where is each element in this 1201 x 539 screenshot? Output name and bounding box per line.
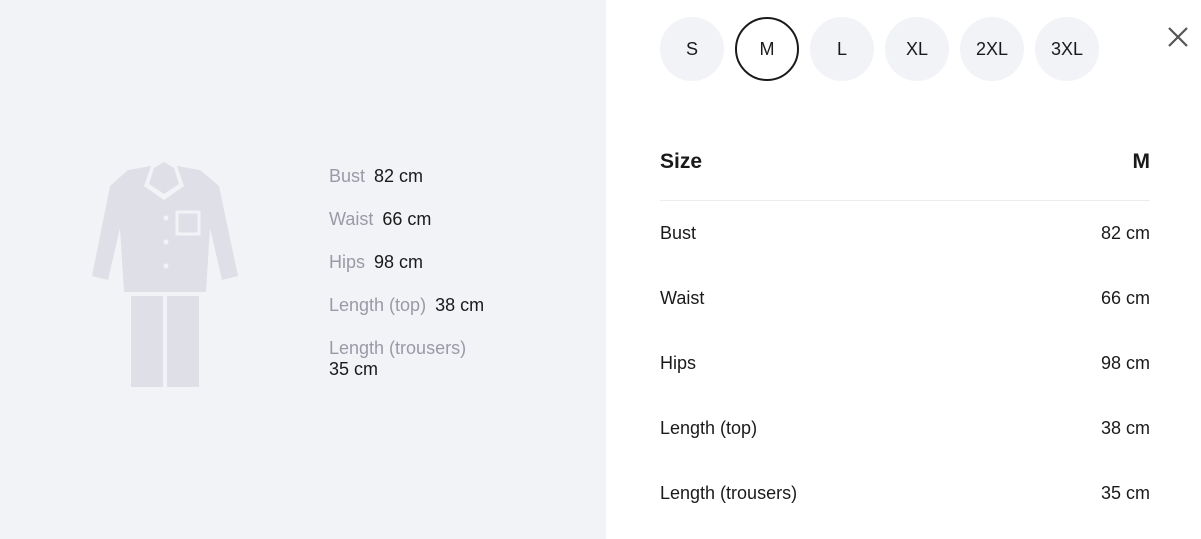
summary-value: 66 cm xyxy=(382,209,432,229)
size-option-2xl[interactable]: 2XL xyxy=(960,17,1024,81)
pajama-illustration xyxy=(92,158,238,387)
header-size-value: M xyxy=(1132,150,1151,173)
summary-value: 82 cm xyxy=(374,166,424,186)
summary-label: Length (top) xyxy=(329,295,427,315)
summary-value: 35 cm xyxy=(329,359,379,379)
size-option-xl[interactable]: XL xyxy=(885,17,949,81)
row-value: 82 cm xyxy=(1100,223,1150,243)
table-row: Length (trousers) 35 cm xyxy=(660,461,1150,526)
measurement-summary: Bust 82 cm Waist 66 cm Hips 98 cm Length (t… xyxy=(329,166,599,402)
table-row: Length (top) 38 cm xyxy=(660,396,1150,461)
summary-label: Length (trousers) xyxy=(329,338,467,358)
table-row: Bust 82 cm xyxy=(660,201,1150,266)
close-icon xyxy=(1168,27,1188,47)
table-row: Hips 98 cm xyxy=(660,331,1150,396)
summary-value: 38 cm xyxy=(435,295,485,315)
size-option-s[interactable]: S xyxy=(660,17,724,81)
size-selector: S M L XL 2XL 3XL xyxy=(660,17,1099,81)
summary-value: 98 cm xyxy=(374,252,424,272)
row-value: 66 cm xyxy=(1100,288,1150,308)
summary-label: Hips xyxy=(329,252,366,272)
size-chart-table: Size M Bust 82 cm Waist 66 cm Hips 98 cm… xyxy=(660,140,1150,526)
table-row: Waist 66 cm xyxy=(660,266,1150,331)
table-header: Size M xyxy=(660,140,1150,201)
summary-length-top: Length (top) 38 cm xyxy=(329,295,599,316)
header-size-label: Size xyxy=(660,150,703,173)
size-option-3xl[interactable]: 3XL xyxy=(1035,17,1099,81)
close-button[interactable] xyxy=(1166,25,1190,49)
row-value: 35 cm xyxy=(1100,483,1150,503)
summary-label: Bust xyxy=(329,166,366,186)
size-option-m[interactable]: M xyxy=(735,17,799,81)
row-label: Hips xyxy=(660,353,697,373)
summary-length-trousers: Length (trousers) 35 cm xyxy=(329,338,599,380)
summary-bust: Bust 82 cm xyxy=(329,166,599,187)
row-label: Length (trousers) xyxy=(660,483,798,503)
summary-hips: Hips 98 cm xyxy=(329,252,599,273)
row-value: 98 cm xyxy=(1100,353,1150,373)
summary-label: Waist xyxy=(329,209,374,229)
size-option-l[interactable]: L xyxy=(810,17,874,81)
row-label: Length (top) xyxy=(660,418,758,438)
summary-waist: Waist 66 cm xyxy=(329,209,599,230)
row-value: 38 cm xyxy=(1100,418,1150,438)
row-label: Waist xyxy=(660,288,705,308)
row-label: Bust xyxy=(660,223,697,243)
measurement-illustration-panel: Bust 82 cm Waist 66 cm Hips 98 cm Length (t… xyxy=(0,0,606,539)
